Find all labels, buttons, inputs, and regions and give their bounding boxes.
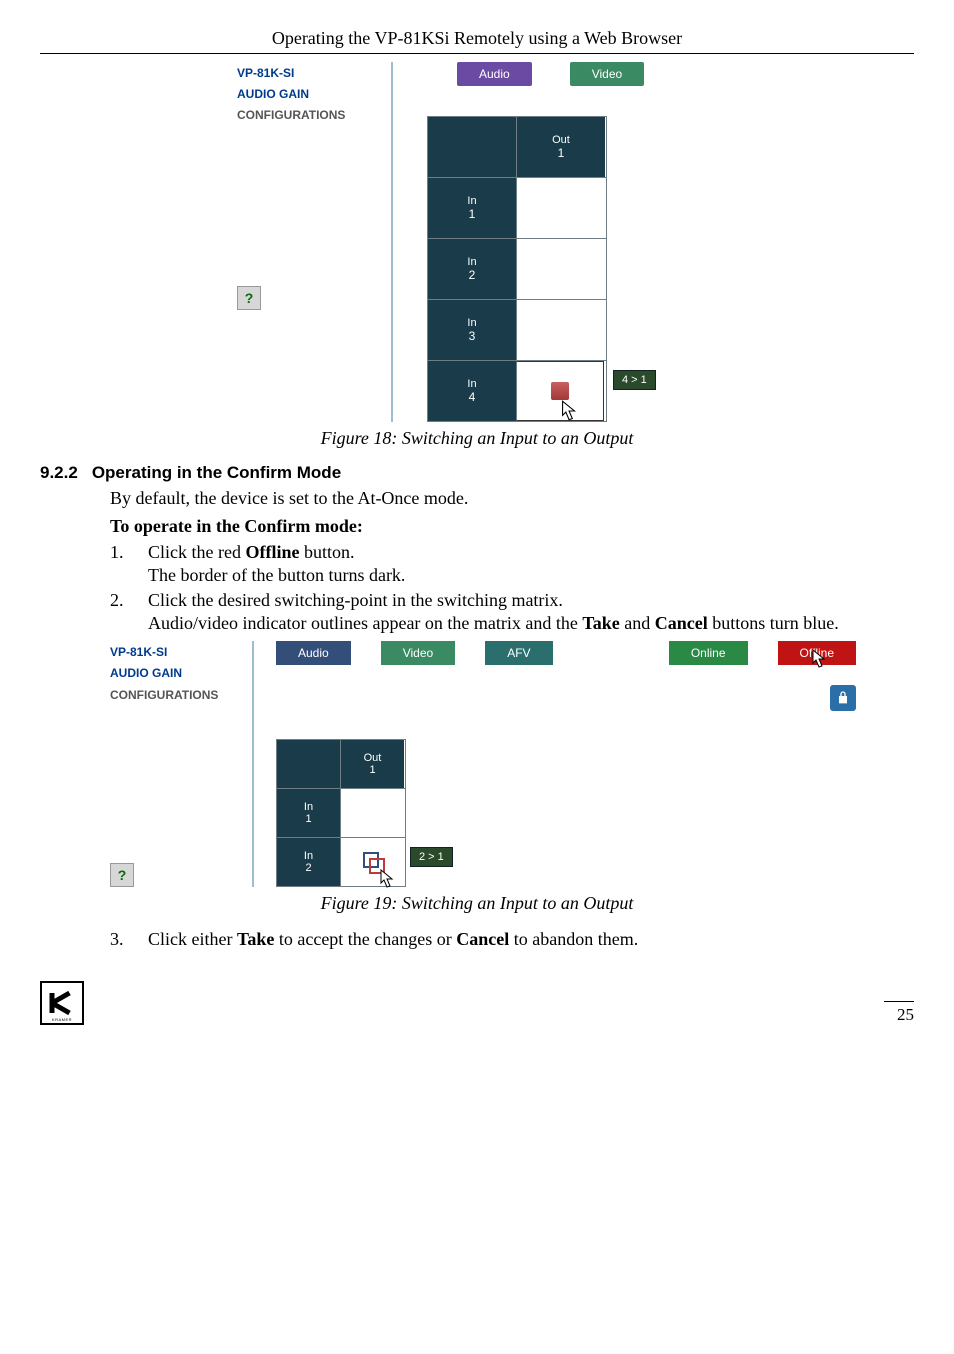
out-num: 1 (369, 764, 375, 776)
in4-num: 4 (469, 390, 476, 404)
switching-matrix: Out 1 In 1 In 2 (276, 739, 406, 887)
tab-video[interactable]: Video (381, 641, 455, 665)
cell-3-1[interactable] (516, 300, 605, 360)
cursor-icon (555, 398, 581, 424)
offline-button[interactable]: Offline (778, 641, 856, 665)
steps: 1. Click the red Offline button. The bor… (110, 541, 914, 635)
page-number: 25 (884, 1001, 914, 1025)
step3-idx: 3. (110, 928, 132, 951)
tab-video[interactable]: Video (570, 62, 644, 86)
brand-logo: KRAMER (40, 981, 84, 1025)
matrix-out-header: Out 1 (340, 740, 404, 788)
sidebar-line3: CONFIGURATIONS (237, 106, 357, 125)
hover-tag: 2 > 1 (410, 847, 453, 867)
fig19-tabs: Audio Video AFV Online Offline (276, 641, 856, 665)
step2-text-b-pre: Audio/video indicator outlines appear on… (148, 613, 582, 633)
in1-num: 1 (469, 207, 476, 221)
matrix-corner (428, 117, 516, 177)
brand-text: KRAMER (42, 1017, 82, 1022)
tab-audio[interactable]: Audio (276, 641, 351, 665)
step3-end: to abandon them. (509, 929, 638, 949)
out-num: 1 (558, 146, 565, 160)
in-label: In (304, 801, 313, 813)
help-icon[interactable]: ? (237, 286, 261, 310)
sidebar-line1: VP-81K-SI (237, 64, 357, 83)
tab-afv[interactable]: AFV (485, 641, 552, 665)
cell-1-1[interactable] (516, 178, 605, 238)
out-label: Out (552, 134, 570, 146)
figure-18: VP-81K-SI AUDIO GAIN CONFIGURATIONS ? Au… (40, 62, 914, 422)
step1-text-c: button. (299, 542, 354, 562)
fig18-sidebar: VP-81K-SI AUDIO GAIN CONFIGURATIONS (237, 62, 357, 126)
figure-18-caption: Figure 18: Switching an Input to an Outp… (40, 428, 914, 449)
fig18-tabs: Audio Video (457, 62, 717, 86)
figure-19-caption: Figure 19: Switching an Input to an Outp… (40, 893, 914, 914)
sidebar-line3: CONFIGURATIONS (110, 686, 230, 705)
sidebar-line2: AUDIO GAIN (110, 664, 230, 683)
in2-num: 2 (469, 268, 476, 282)
step2-text-b-mid: and (620, 613, 655, 633)
step3-a: Click either (148, 929, 237, 949)
step3-take: Take (237, 929, 274, 949)
switching-matrix: Out 1 In 1 In 2 (427, 116, 607, 422)
step1-text-d: The border of the button turns dark. (148, 565, 405, 585)
in2-header: In 2 (277, 838, 340, 886)
in-label: In (467, 256, 476, 268)
step1-idx: 1. (110, 541, 132, 587)
step2-text-a: Click the desired switching-point in the… (148, 590, 563, 610)
help-icon[interactable]: ? (110, 863, 134, 887)
matrix-corner (277, 740, 340, 788)
in2-header: In 2 (428, 239, 516, 299)
section-title: Operating in the Confirm Mode (92, 463, 341, 483)
section-intro: By default, the device is set to the At-… (110, 487, 914, 510)
fig19-sidebar: VP-81K-SI AUDIO GAIN CONFIGURATIONS (110, 641, 230, 705)
cursor-icon (374, 867, 398, 891)
in-label: In (467, 195, 476, 207)
in-label: In (467, 378, 476, 390)
figure-19: VP-81K-SI AUDIO GAIN CONFIGURATIONS ? Au… (110, 641, 914, 887)
step2-idx: 2. (110, 589, 132, 635)
step2-cancel: Cancel (655, 613, 708, 633)
hover-tag: 4 > 1 (613, 370, 656, 390)
cursor-icon (806, 647, 830, 671)
tab-online[interactable]: Online (669, 641, 748, 665)
running-title: Operating the VP-81KSi Remotely using a … (40, 28, 914, 49)
sidebar-line2: AUDIO GAIN (237, 85, 357, 104)
in1-num: 1 (305, 813, 311, 825)
steps-continued: 3. Click either Take to accept the chang… (110, 928, 914, 951)
divider (252, 641, 254, 887)
in1-header: In 1 (428, 178, 516, 238)
section-number: 9.2.2 (40, 463, 78, 483)
in3-header: In 3 (428, 300, 516, 360)
tab-audio[interactable]: Audio (457, 62, 532, 86)
in3-num: 3 (469, 329, 476, 343)
in1-header: In 1 (277, 789, 340, 837)
sidebar-line1: VP-81K-SI (110, 643, 230, 662)
header-rule (40, 53, 914, 54)
step3-cancel: Cancel (456, 929, 509, 949)
divider (391, 62, 393, 422)
section-subhead: To operate in the Confirm mode: (110, 516, 914, 537)
in2-num: 2 (305, 862, 311, 874)
lock-icon[interactable] (830, 685, 856, 711)
matrix-out-header: Out 1 (516, 117, 605, 177)
out-label: Out (364, 752, 382, 764)
step1-offline: Offline (245, 542, 299, 562)
cell-1-1[interactable] (340, 789, 404, 837)
in-label: In (304, 850, 313, 862)
in4-header: In 4 (428, 361, 516, 421)
step2-take: Take (582, 613, 619, 633)
step3-mid: to accept the changes or (274, 929, 456, 949)
in-label: In (467, 317, 476, 329)
step2-text-b-post: buttons turn blue. (708, 613, 839, 633)
step1-text-a: Click the red (148, 542, 245, 562)
cell-2-1[interactable] (516, 239, 605, 299)
